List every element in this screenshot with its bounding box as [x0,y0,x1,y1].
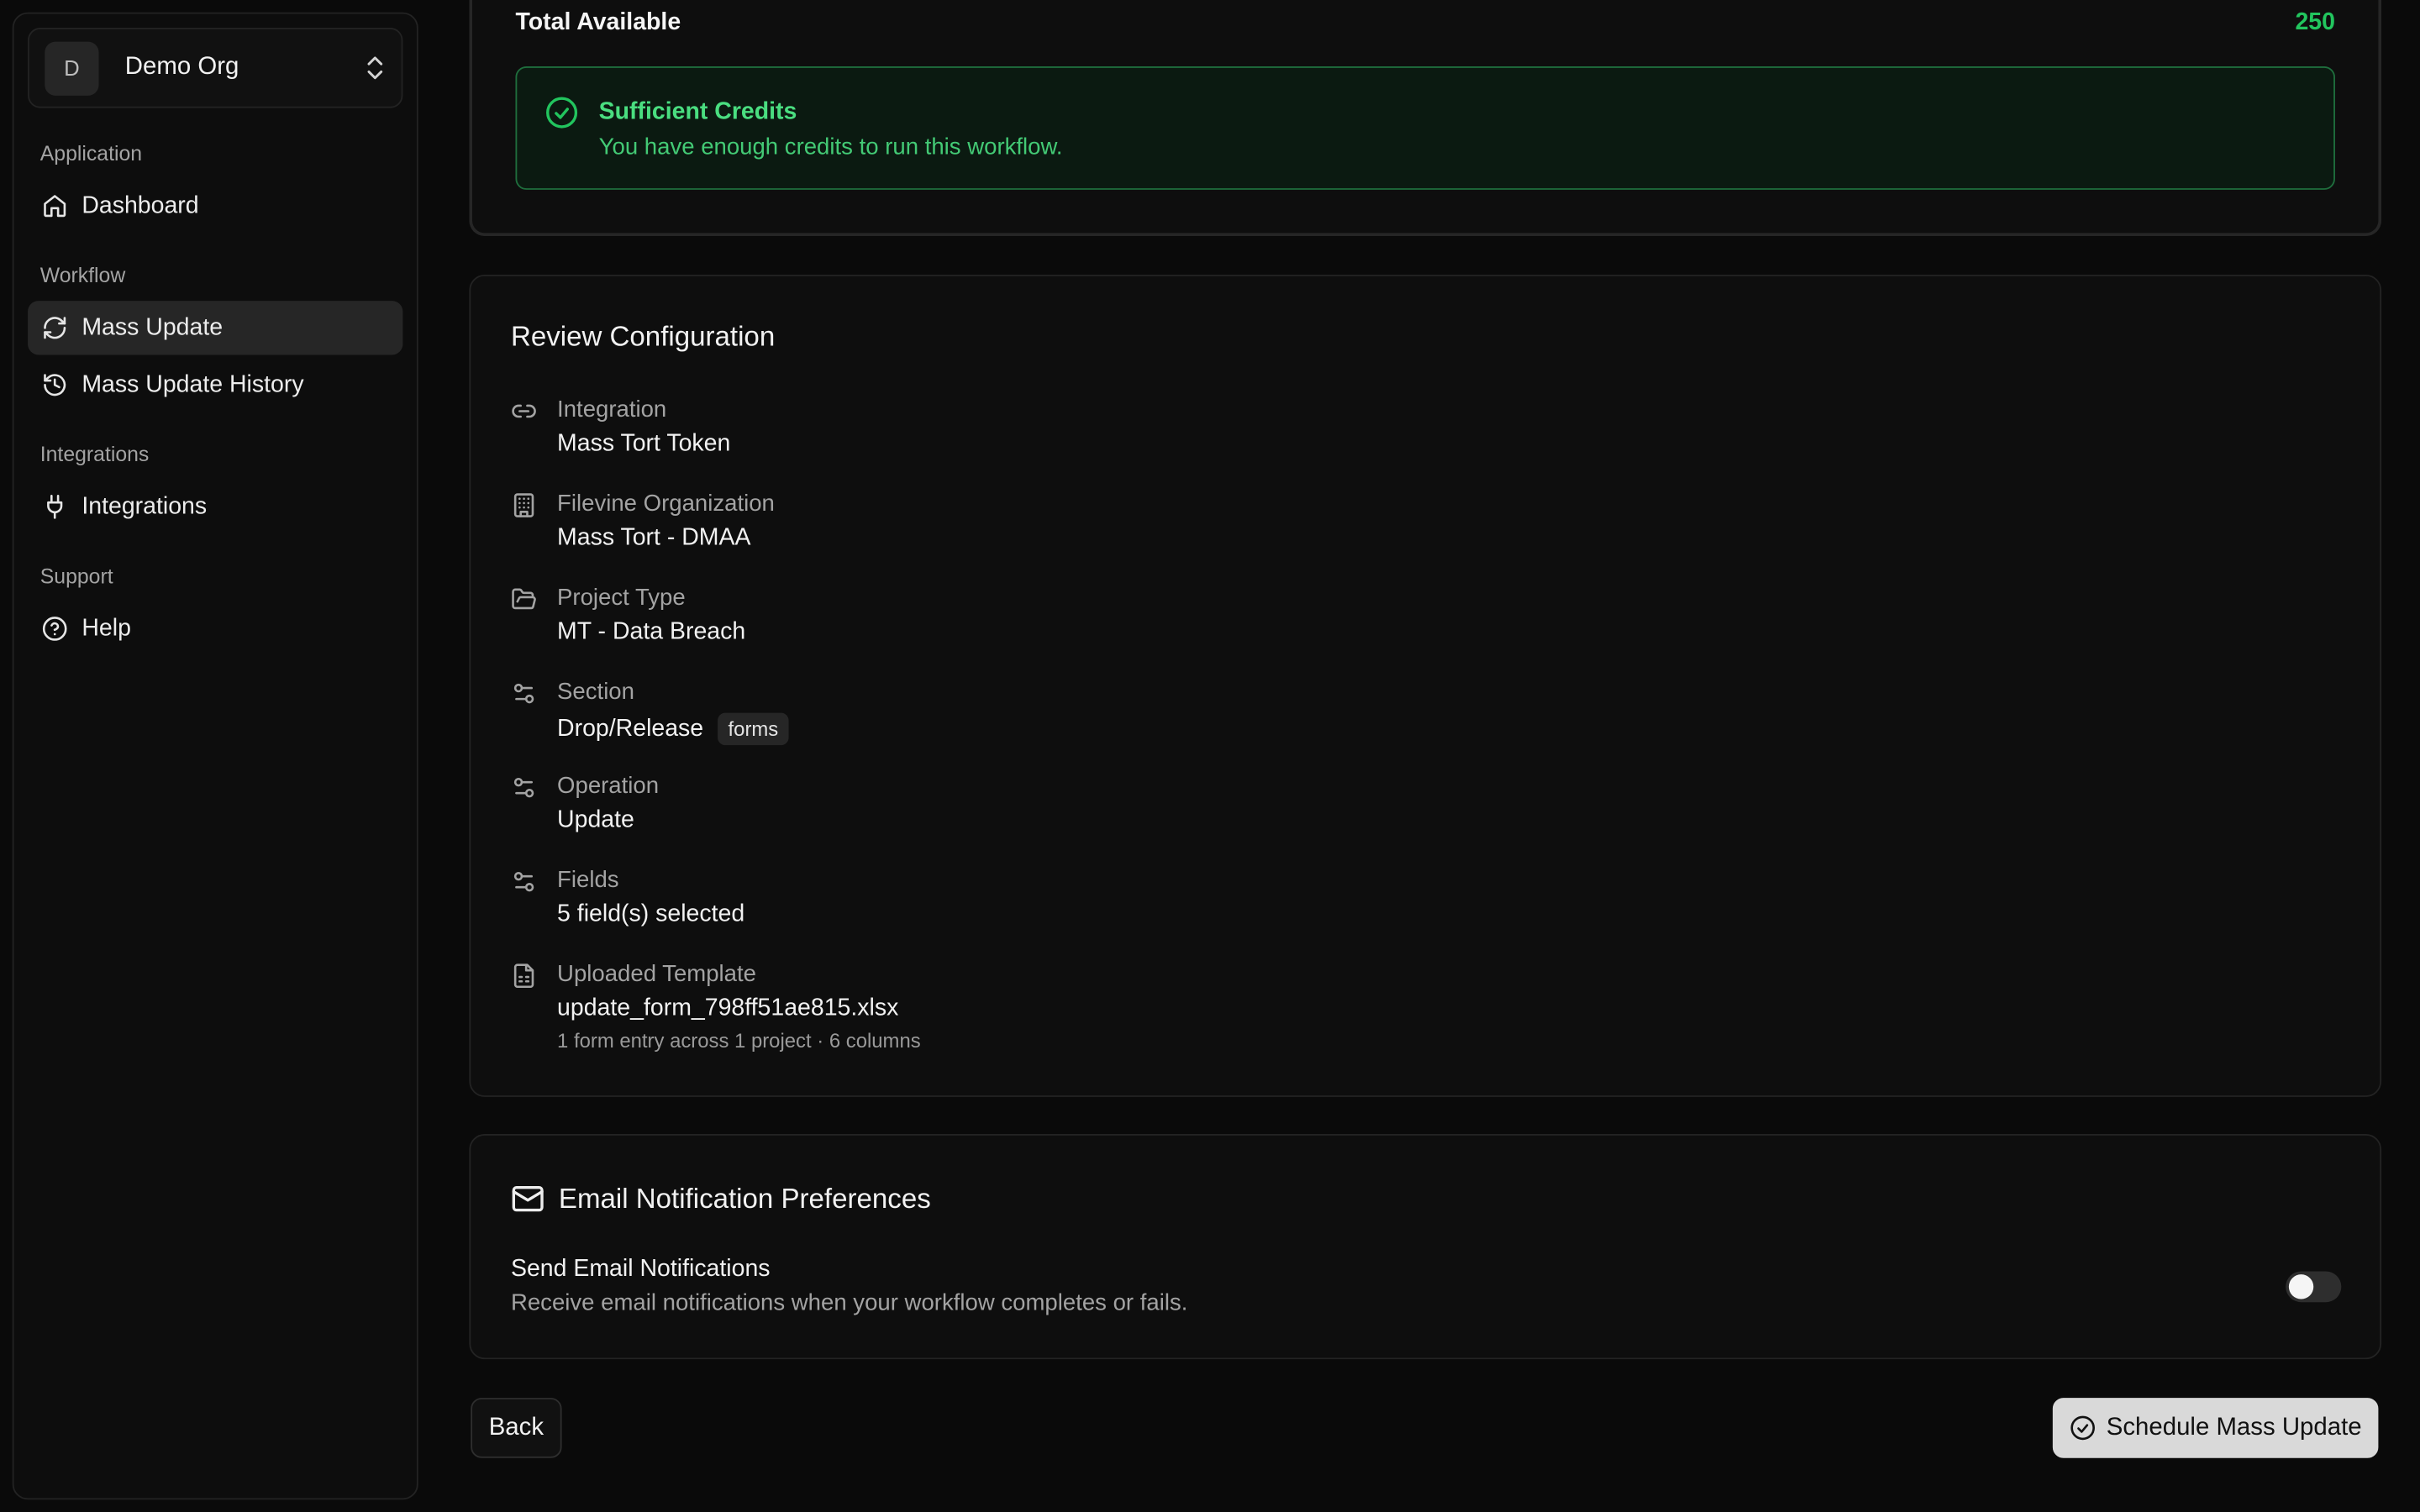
review-label: Section [557,679,634,706]
nav-group-support: Support [39,564,113,588]
plug-icon [47,495,63,519]
sidebar-item-label: Help [82,614,131,642]
review-item-section: Section Drop/Release forms [511,679,2340,773]
section-type-badge: forms [717,712,790,746]
schedule-button-label: Schedule Mass Update [2106,1414,2362,1441]
sufficient-credits-alert: Sufficient Credits You have enough credi… [515,66,2335,190]
review-item-operation: Operation Update [511,773,2340,867]
review-configuration-card: Review Configuration Integration Mass To… [469,274,2382,1097]
link-icon [512,404,536,418]
sidebar: D Demo Org Application Dashboard Workflo… [12,12,418,1500]
mail-icon [512,1185,544,1212]
help-circle-icon [42,617,67,641]
sidebar-item-label: Dashboard [82,192,199,218]
history-icon [44,374,66,396]
review-list: Integration Mass Tort Token Filevine Org… [511,396,2340,1055]
review-value: Update [557,806,634,833]
sidebar-item-label: Mass Update [82,313,224,340]
sliders-icon [513,871,534,892]
review-item-project-type: Project Type MT - Data Breach [511,585,2340,679]
total-available-row: Total Available 250 [515,9,2335,37]
email-notification-description: Receive email notifications when your wo… [510,1289,1188,1316]
email-card-title: Email Notification Preferences [558,1182,931,1214]
sliders-icon [513,683,534,704]
org-name: Demo Org [124,54,239,81]
file-spreadsheet-icon [513,963,534,989]
sidebar-item-mass-update[interactable]: Mass Update [28,301,403,355]
review-value-row: Drop/Release forms [557,712,790,746]
toggle-knob [2288,1273,2314,1299]
refresh-icon [44,317,66,339]
review-label: Project Type [557,585,686,612]
review-item-integration: Integration Mass Tort Token [511,396,2340,491]
sidebar-item-help[interactable]: Help [28,601,402,655]
sidebar-item-mass-update-history[interactable]: Mass Update History [28,358,402,412]
review-label: Operation [557,773,660,800]
chevrons-up-down-icon [367,56,383,80]
review-value: Drop/Release [557,715,704,742]
sliders-icon [513,777,534,798]
template-meta: 1 form entry across 1 project · 6 column… [557,1029,921,1053]
email-notification-card: Email Notification Preferences Send Emai… [469,1133,2382,1360]
sidebar-item-integrations[interactable]: Integrations [28,480,402,533]
review-item-filevine-organization: Filevine Organization Mass Tort - DMAA [511,491,2340,585]
email-notification-row: Send Email Notifications Receive email n… [510,1256,2342,1316]
review-label: Integration [557,396,667,423]
org-switcher[interactable]: D Demo Org [28,28,403,108]
total-available-value: 250 [2295,9,2335,36]
check-circle-icon [2070,1415,2095,1441]
review-label: Fields [557,867,619,894]
alert-description: You have enough credits to run this work… [598,134,1063,161]
alert-title: Sufficient Credits [598,98,797,125]
review-title: Review Configuration [510,321,776,352]
email-card-header: Email Notification Preferences [511,1182,2340,1215]
review-value: MT - Data Breach [557,618,746,645]
org-avatar: D [45,40,99,95]
total-available-label: Total Available [515,9,681,36]
sidebar-item-label: Mass Update History [82,370,304,397]
review-label: Uploaded Template [557,961,756,988]
nav-group-workflow: Workflow [39,264,126,287]
check-circle-icon [546,97,578,129]
folder-open-icon [512,588,536,610]
back-button[interactable]: Back [471,1398,562,1458]
schedule-mass-update-button[interactable]: Schedule Mass Update [2052,1398,2379,1458]
review-value: 5 field(s) selected [557,900,745,927]
review-value: update_form_798ff51ae815.xlsx [557,995,899,1021]
nav-group-application: Application [39,141,143,165]
email-notification-label: Send Email Notifications [510,1256,771,1283]
email-notification-toggle[interactable] [2286,1270,2342,1302]
sidebar-item-dashboard[interactable]: Dashboard [28,179,402,233]
credits-card: Total Available 250 Sufficient Credits Y… [469,0,2382,237]
review-label: Filevine Organization [557,491,775,517]
review-item-uploaded-template: Uploaded Template update_form_798ff51ae8… [511,961,2340,1055]
review-value: Mass Tort - DMAA [557,524,751,551]
review-value: Mass Tort Token [557,430,731,457]
building-icon [513,493,534,517]
review-item-fields: Fields 5 field(s) selected [511,867,2340,961]
nav-group-integrations: Integrations [39,443,150,466]
home-icon [44,195,66,218]
sidebar-item-label: Integrations [82,492,208,520]
